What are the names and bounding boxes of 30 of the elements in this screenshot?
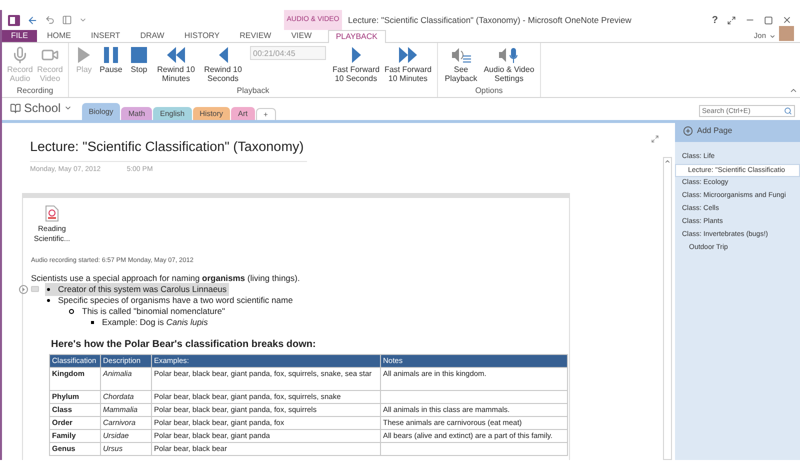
add-page-button[interactable]: Add Page (697, 125, 732, 137)
page-title[interactable]: Lecture: "Scientific Classification" (Taxonomy) (30, 139, 304, 154)
list-item: Example: Dog is Canis lupis (89, 316, 210, 330)
paragraph: Scientists use a special approach for naming organisms (living things). (31, 273, 301, 284)
ribbon-button[interactable]: Rewind 10 Seconds (200, 45, 246, 83)
group-label: Options (474, 86, 504, 97)
ribbon-tab[interactable]: HISTORY (174, 30, 230, 42)
notebook-name[interactable]: School (24, 99, 61, 117)
ribbon-tab[interactable]: DRAW (130, 30, 174, 42)
help-button[interactable]: ? (712, 12, 718, 28)
ribbon-button[interactable]: Rewind 10 Minutes (152, 45, 200, 83)
ribbon-button[interactable]: Fast Forward 10 Minutes (382, 45, 434, 83)
group-label: Recording (16, 86, 54, 97)
group-label: Playback (236, 86, 270, 97)
window-title: Lecture: "Scientific Classification" (Taxonomy) - Microsoft OneNote Preview (348, 14, 632, 26)
list-item: Creator of this system was Carolus Linnaeus (45, 283, 229, 296)
ribbon-button[interactable]: Fast Forward 10 Seconds (330, 45, 382, 83)
list-item: This is called "binomial nomenclature" (67, 305, 228, 318)
table-heading: Here's how the Polar Bear's classification breaks down: (51, 338, 317, 352)
ribbon-button[interactable]: Stop (126, 45, 152, 74)
list-item: Specific species of organisms have a two word scientific name (45, 294, 295, 308)
ribbon-tab[interactable]: HOME (37, 30, 81, 42)
ribbon-tab[interactable]: INSERT (81, 30, 130, 42)
file-tab[interactable]: FILE (2, 30, 37, 42)
ribbon-button[interactable]: Audio & Video Settings (481, 45, 537, 83)
ribbon-tab[interactable]: REVIEW (230, 30, 282, 42)
ribbon-tab[interactable]: PLAYBACK (328, 30, 386, 43)
ribbon-button[interactable]: See Playback (441, 45, 481, 83)
ribbon-tab[interactable]: VIEW (281, 30, 322, 42)
ribbon-button[interactable]: Pause (96, 45, 126, 74)
